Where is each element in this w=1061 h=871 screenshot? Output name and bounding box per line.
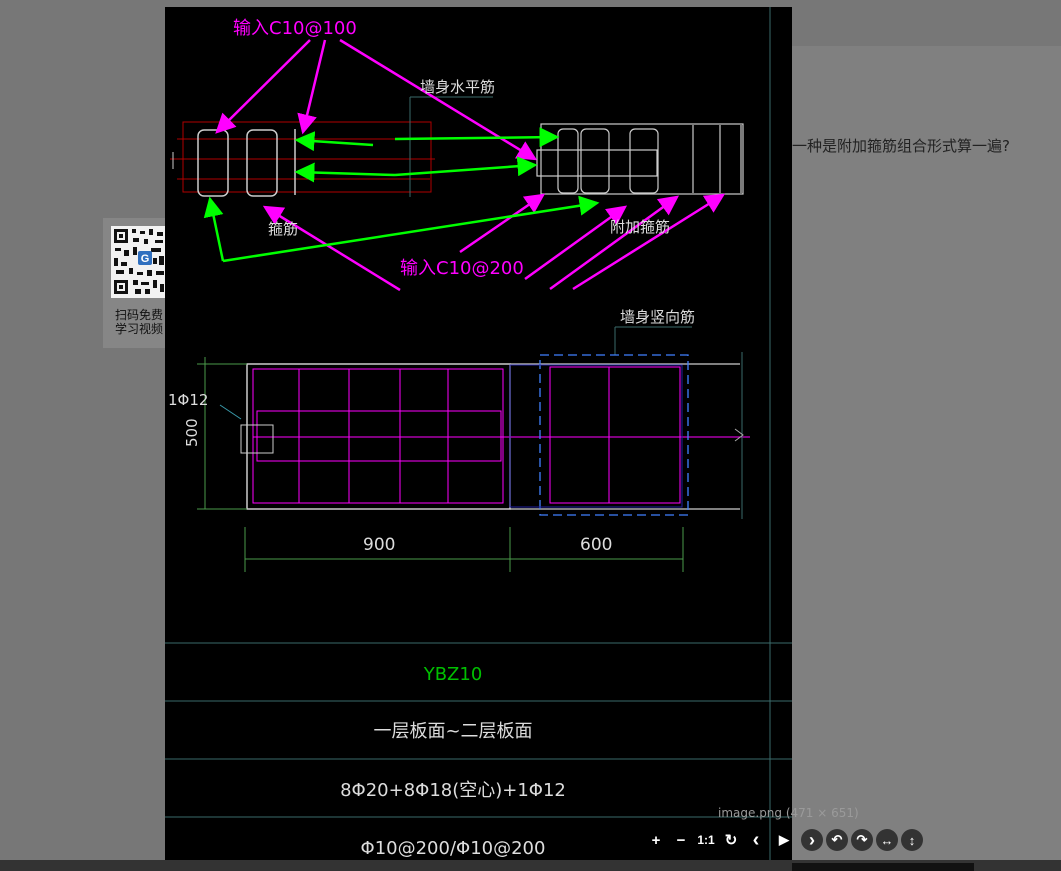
zoom-in-button[interactable]: +: [644, 828, 668, 852]
rotate-left-button[interactable]: ↶: [826, 829, 848, 851]
play-button[interactable]: ▶: [772, 828, 796, 852]
cad-drawing: 输入C10@100 输入C10@200 墙身水平筋 箍筋 附加箍筋 墙身竖向筋: [165, 7, 792, 871]
label-extra-hoop: 附加箍筋: [610, 218, 670, 236]
flip-vertical-icon: ↕: [908, 832, 916, 848]
actual-size-button[interactable]: 1:1: [694, 828, 718, 852]
content-card: [790, 46, 1061, 871]
hoop-section-left: [170, 96, 493, 197]
actual-size-icon: 1:1: [697, 833, 715, 847]
qr-caption-line1: 扫码免费: [114, 308, 163, 322]
qr-logo-letter: G: [141, 253, 150, 265]
qr-caption: 扫码免费 学习视频: [109, 308, 169, 336]
label-wall-vertical-bar: 墙身竖向筋: [620, 308, 695, 326]
rotate-right-icon: ↷: [856, 832, 868, 847]
label-hoop: 箍筋: [268, 220, 298, 238]
image-caption: image.png (471 × 651): [718, 806, 859, 820]
table-column-name: YBZ10: [423, 664, 483, 685]
reset-button[interactable]: ↻: [719, 828, 743, 852]
table-level-range: 一层板面~二层板面: [373, 721, 532, 742]
previewed-cad-image: 输入C10@100 输入C10@200 墙身水平筋 箍筋 附加箍筋 墙身竖向筋: [165, 7, 792, 871]
prev-button[interactable]: ‹: [744, 828, 768, 852]
flip-horizontal-button[interactable]: ↔: [876, 829, 898, 851]
reset-icon: ↻: [724, 832, 738, 849]
zoom-out-icon: −: [676, 831, 686, 849]
table-longitudinal-rebar: 8Φ20+8Φ18(空心)+1Φ12: [340, 780, 566, 801]
dim-height-500: 500: [183, 418, 201, 447]
rotate-left-icon: ↶: [831, 832, 843, 847]
rotate-right-button[interactable]: ↷: [851, 829, 873, 851]
thumbnail-strip[interactable]: [792, 863, 974, 871]
dim-width-900: 900: [363, 535, 395, 555]
prev-icon: ‹: [752, 828, 760, 851]
label-edge-bar: 1Φ12: [168, 391, 208, 409]
next-icon: ›: [809, 829, 815, 850]
flip-horizontal-icon: ↔: [880, 832, 894, 848]
qr-code-icon: G: [111, 226, 167, 298]
flip-vertical-button[interactable]: ↕: [901, 829, 923, 851]
zoom-out-button[interactable]: −: [669, 828, 693, 852]
dim-width-600: 600: [580, 535, 612, 555]
column-plan-section: [197, 352, 750, 572]
hoop-section-right: [536, 123, 744, 195]
table-stirrup-spec: Φ10@200/Φ10@200: [361, 838, 546, 859]
question-text: 一种是附加箍筋组合形式算一遍?: [792, 137, 1010, 155]
qr-promo-card[interactable]: G 扫码免费 学习视频: [103, 218, 167, 348]
annotation-c10-100: 输入C10@100: [233, 18, 357, 39]
label-wall-horizontal-bar: 墙身水平筋: [420, 78, 495, 96]
play-icon: ▶: [779, 832, 789, 847]
annotation-c10-200: 输入C10@200: [400, 258, 524, 279]
zoom-in-icon: +: [651, 831, 661, 849]
qr-caption-line2: 学习视频: [114, 322, 163, 336]
next-button[interactable]: ›: [801, 829, 823, 851]
